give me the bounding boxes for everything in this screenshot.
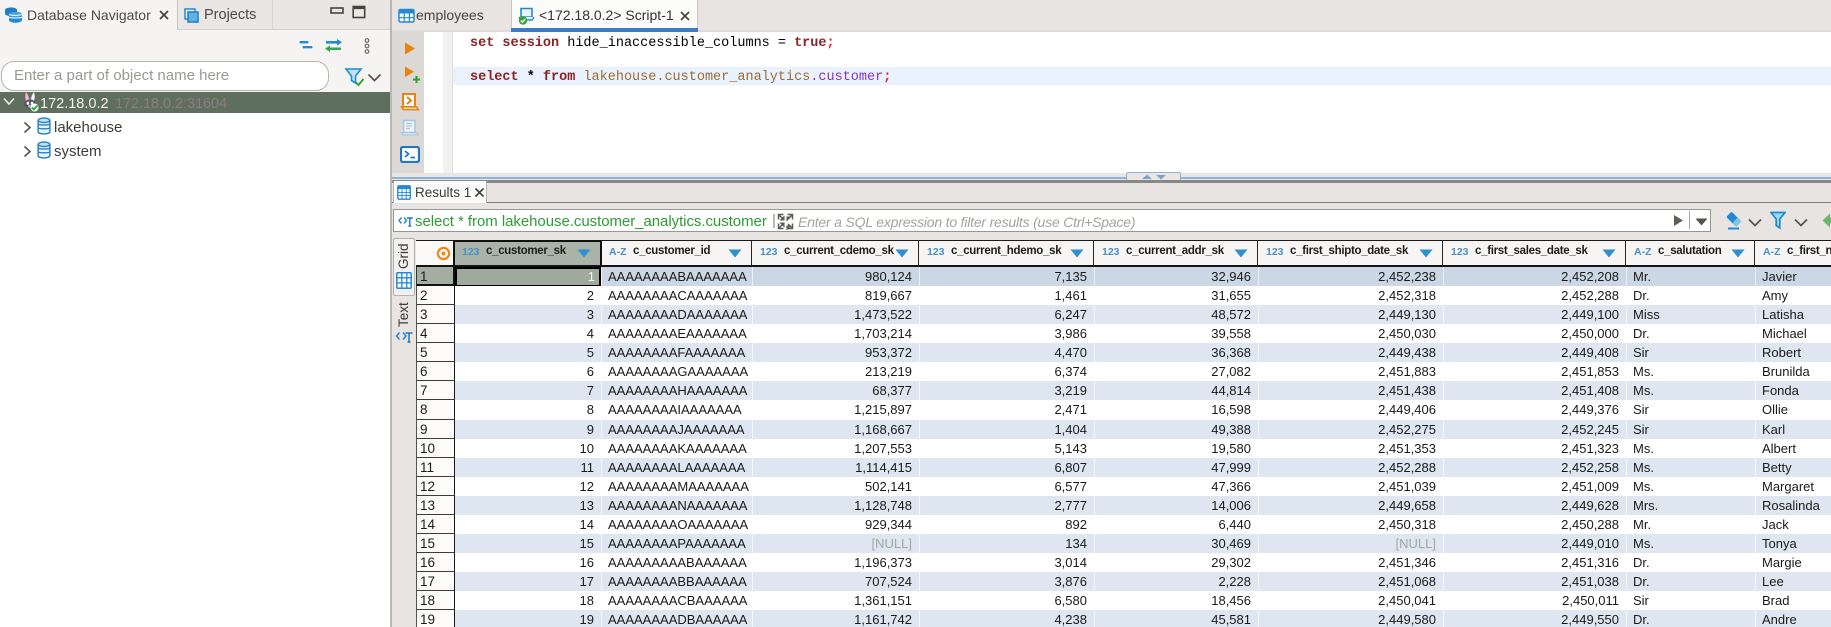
svg-text:Grid: Grid [396, 243, 411, 269]
svg-text:Text: Text [396, 302, 411, 327]
